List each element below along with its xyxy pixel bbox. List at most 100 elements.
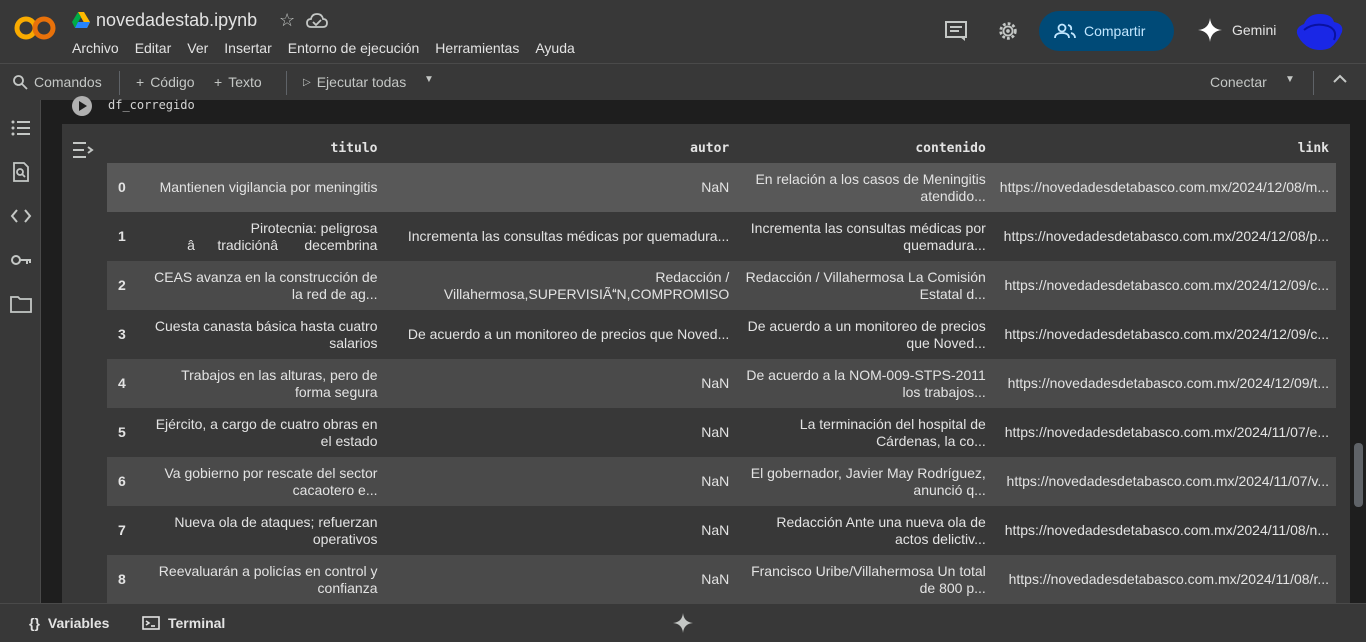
table-row[interactable]: 8 Reevaluarán a policías en control y co… (107, 555, 1336, 604)
code-line[interactable]: df_corregido (108, 98, 195, 112)
notebook-toolbar: Comandos + Código + Texto ▷ Ejecutar tod… (0, 63, 1366, 100)
share-button[interactable]: Compartir (1039, 11, 1174, 51)
app-header: novedadestab.ipynb ☆ Archivo Editar Ver … (0, 0, 1366, 63)
plus-icon: + (136, 74, 145, 90)
index-header (107, 134, 145, 163)
menu-ver[interactable]: Ver (187, 40, 208, 56)
cell-autor: Incrementa las consultas médicas por que… (384, 212, 737, 261)
chevron-down-icon: ▼ (424, 74, 434, 85)
table-row[interactable]: 5 Ejército, a cargo de cuatro obras en e… (107, 408, 1336, 457)
cell-titulo: Cuesta canasta básica hasta cuatro salar… (144, 310, 385, 359)
column-header-link: link (1297, 141, 1329, 156)
code-snippets-icon[interactable] (10, 206, 32, 226)
row-index: 8 (107, 555, 145, 604)
cell-autor: NaN (384, 506, 737, 555)
find-in-page-icon[interactable] (10, 162, 32, 182)
cell-autor: De acuerdo a un monitoreo de precios que… (384, 310, 737, 359)
chevron-down-icon: ▼ (1285, 74, 1295, 85)
row-index: 3 (107, 310, 145, 359)
table-of-contents-icon[interactable] (10, 118, 32, 138)
colab-logo[interactable] (14, 14, 56, 42)
left-sidebar (0, 100, 41, 603)
vertical-scrollbar-thumb[interactable] (1354, 443, 1363, 507)
folder-icon[interactable] (10, 294, 32, 314)
row-index: 2 (107, 261, 145, 310)
comment-icon[interactable] (944, 20, 968, 42)
cell-autor: NaN (384, 163, 737, 212)
table-row[interactable]: 2 CEAS avanza en la construcción de la r… (107, 261, 1336, 310)
table-row[interactable]: 3 Cuesta canasta básica hasta cuatro sal… (107, 310, 1336, 359)
cell-contenido: Redacción Ante una nueva ola de actos de… (736, 506, 993, 555)
gemini-sparkle-icon (673, 613, 693, 633)
menu-herramientas[interactable]: Herramientas (435, 40, 519, 56)
cell-contenido: La terminación del hospital de Cárdenas,… (736, 408, 993, 457)
gemini-button[interactable]: Gemini (1198, 18, 1276, 42)
column-header-titulo: titulo (330, 141, 378, 156)
star-icon[interactable]: ☆ (279, 10, 295, 31)
cell-titulo: Nueva ola de ataques; refuerzan operativ… (144, 506, 385, 555)
add-code-button[interactable]: + Código (136, 74, 195, 90)
column-header-autor: autor (690, 141, 730, 156)
run-cell-button[interactable] (72, 96, 92, 116)
toolbar-divider (1313, 71, 1314, 95)
chevron-up-icon (1333, 74, 1347, 83)
connect-button[interactable]: Conectar (1210, 74, 1267, 90)
cell-titulo: CEAS avanza en la construcción de la red… (144, 261, 385, 310)
drive-icon[interactable] (72, 12, 90, 28)
output-actions-icon[interactable] (72, 140, 94, 160)
gemini-label: Gemini (1232, 22, 1277, 38)
table-row[interactable]: 7 Nueva ola de ataques; refuerzan operat… (107, 506, 1336, 555)
cell-link: https://novedadesdetabasco.com.mx/2024/1… (992, 163, 1336, 212)
table-row[interactable]: 1 Pirotecnia: peligrosa âtradiciónâ … (107, 212, 1336, 261)
row-index: 1 (107, 212, 145, 261)
menu-insertar[interactable]: Insertar (224, 40, 271, 56)
cell-contenido: De acuerdo a un monitoreo de precios que… (736, 310, 993, 359)
key-secrets-icon[interactable] (10, 250, 32, 270)
table-row[interactable]: 6 Va gobierno por rescate del sector cac… (107, 457, 1336, 506)
connect-dropdown[interactable]: ▼ (1285, 74, 1295, 85)
add-code-label: Código (150, 74, 195, 90)
cell-autor: NaN (384, 408, 737, 457)
menu-entorno[interactable]: Entorno de ejecución (288, 40, 420, 56)
settings-gear-icon[interactable] (996, 20, 1020, 42)
cell-titulo: Reevaluarán a policías en control y conf… (144, 555, 385, 604)
run-all-button[interactable]: ▷ Ejecutar todas (303, 74, 406, 90)
variables-button[interactable]: {} Variables (29, 615, 109, 631)
cell-contenido: El gobernador, Javier May Rodríguez, anu… (736, 457, 993, 506)
table-row[interactable]: 4 Trabajos en las alturas, pero de forma… (107, 359, 1336, 408)
gemini-bottom-button[interactable] (673, 613, 693, 633)
cell-contenido: En relación a los casos de Meningitis at… (736, 163, 993, 212)
dataframe-table: titulo autor contenido link 0 Mantienen … (107, 134, 1336, 604)
search-icon (13, 75, 28, 90)
cell-titulo: Pirotecnia: peligrosa âtradiciónâ de… (144, 212, 385, 261)
cloud-saved-icon[interactable] (306, 12, 328, 30)
row-index: 4 (107, 359, 145, 408)
cell-autor: Redacción / Villahermosa,SUPERVISIÃN,CO… (384, 261, 737, 310)
share-label: Compartir (1084, 23, 1146, 39)
menu-archivo[interactable]: Archivo (72, 40, 119, 56)
play-icon: ▷ (303, 76, 311, 88)
run-all-dropdown[interactable]: ▼ (424, 74, 434, 85)
cell-link: https://novedadesdetabasco.com.mx/2024/1… (992, 555, 1336, 604)
table-row[interactable]: 0 Mantienen vigilancia por meningitis Na… (107, 163, 1336, 212)
gemini-sparkle-icon (1198, 18, 1222, 42)
user-avatar[interactable] (1294, 12, 1346, 52)
column-header-contenido: contenido (915, 141, 986, 156)
cell-contenido: Incrementa las consultas médicas por que… (736, 212, 993, 261)
toolbar-divider (286, 71, 287, 95)
row-index: 6 (107, 457, 145, 506)
row-index: 7 (107, 506, 145, 555)
cell-titulo: Trabajos en las alturas, pero de forma s… (144, 359, 385, 408)
cell-contenido: De acuerdo a la NOM-009-STPS-2011 los tr… (736, 359, 993, 408)
collapse-header-button[interactable] (1333, 74, 1347, 84)
commands-button[interactable]: Comandos (12, 74, 102, 90)
bottom-bar: {} Variables Terminal (0, 603, 1366, 642)
row-index: 5 (107, 408, 145, 457)
terminal-button[interactable]: Terminal (142, 615, 225, 631)
add-text-button[interactable]: + Texto (214, 74, 262, 90)
code-cell-editor[interactable] (62, 100, 1350, 124)
menu-ayuda[interactable]: Ayuda (535, 40, 574, 56)
row-index: 0 (107, 163, 145, 212)
notebook-title[interactable]: novedadestab.ipynb (96, 10, 257, 31)
menu-editar[interactable]: Editar (135, 40, 172, 56)
